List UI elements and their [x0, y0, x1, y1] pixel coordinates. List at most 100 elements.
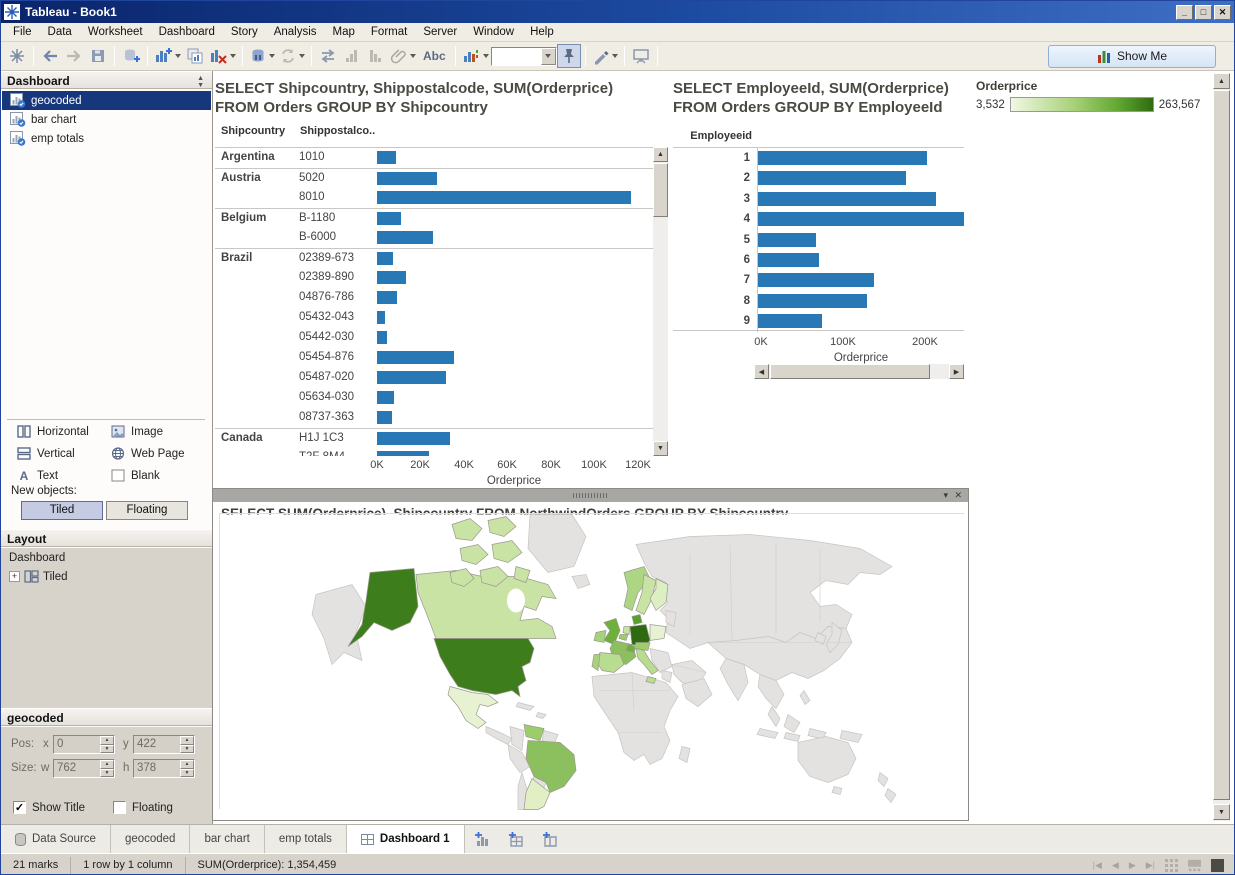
sidebar-worksheet-geocoded[interactable]: geocoded — [2, 91, 211, 110]
pause-updates-button[interactable] — [247, 44, 277, 68]
scroll-right-icon[interactable]: ▶ — [949, 364, 964, 379]
fit-combobox[interactable] — [491, 47, 557, 66]
bar-mark[interactable] — [377, 432, 450, 445]
bar-mark[interactable] — [758, 294, 867, 308]
tab-geocoded[interactable]: geocoded — [111, 825, 191, 853]
menu-item-story[interactable]: Story — [223, 24, 266, 40]
sidebar-worksheet-emp-totals[interactable]: emp totals — [2, 129, 211, 148]
chevron-down-icon[interactable]: ▾ — [943, 490, 948, 501]
swap-axes-button[interactable] — [316, 44, 340, 68]
bar-mark[interactable] — [758, 171, 906, 185]
duplicate-sheet-button[interactable] — [183, 44, 207, 68]
spinner-icon[interactable]: ▲▼ — [180, 760, 194, 777]
tab-data-source[interactable]: Data Source — [1, 825, 111, 853]
bar-mark[interactable] — [758, 253, 819, 267]
tab-emp-totals[interactable]: emp totals — [265, 825, 347, 853]
menu-item-worksheet[interactable]: Worksheet — [80, 24, 151, 40]
bar-mark[interactable] — [377, 172, 437, 185]
redo-button[interactable] — [62, 44, 86, 68]
pos-x-field[interactable]: 0▲▼ — [53, 735, 115, 754]
bar-mark[interactable] — [377, 371, 446, 384]
country-ireland[interactable] — [594, 631, 606, 643]
shipcountry-column-header[interactable]: Shipcountry — [221, 125, 285, 137]
bar-mark[interactable] — [758, 314, 822, 328]
bar-mark[interactable] — [377, 311, 385, 324]
menu-item-analysis[interactable]: Analysis — [266, 24, 325, 40]
bar-mark[interactable] — [377, 331, 387, 344]
clear-sheet-button[interactable] — [207, 44, 238, 68]
new-story-tab-button[interactable] — [533, 825, 567, 853]
layout-tree-node-tiled[interactable]: + Tiled — [9, 570, 68, 583]
layout-tree-root[interactable]: Dashboard — [9, 552, 65, 564]
pos-y-field[interactable]: 422▲▼ — [133, 735, 195, 754]
menu-item-file[interactable]: File — [5, 24, 40, 40]
refresh-button[interactable] — [277, 44, 307, 68]
scroll-down-icon[interactable]: ▼ — [1213, 804, 1230, 820]
sidebar-worksheet-bar-chart[interactable]: bar chart — [2, 110, 211, 129]
object-web-page[interactable]: Web Page — [111, 447, 185, 460]
spinner-icon[interactable]: ▲▼ — [100, 736, 114, 753]
maximize-button[interactable]: □ — [1195, 5, 1212, 20]
bar-mark[interactable] — [758, 233, 816, 247]
bar-mark[interactable] — [758, 151, 927, 165]
last-sheet-icon[interactable]: ▶| — [1146, 860, 1155, 871]
size-w-field[interactable]: 762▲▼ — [53, 759, 115, 778]
object-blank[interactable]: Blank — [111, 469, 160, 482]
spinner-icon[interactable]: ▲▼ — [180, 736, 194, 753]
menu-item-window[interactable]: Window — [465, 24, 522, 40]
map-window-titlebar[interactable]: ▾ ✕ — [213, 489, 968, 502]
bar-mark[interactable] — [377, 451, 429, 456]
bar-mark[interactable] — [377, 411, 392, 424]
fix-axes-pin-button[interactable] — [557, 44, 581, 68]
new-dashboard-tab-button[interactable] — [499, 825, 533, 853]
legend-gradient[interactable] — [1010, 97, 1154, 112]
sort-descending-button[interactable] — [364, 44, 388, 68]
menu-item-dashboard[interactable]: Dashboard — [151, 24, 223, 40]
show-tabs-icon[interactable] — [1211, 859, 1224, 872]
expand-icon[interactable]: + — [9, 571, 20, 582]
country-poland[interactable] — [650, 625, 666, 641]
scroll-up-icon[interactable]: ▲ — [653, 147, 668, 162]
bar-mark[interactable] — [377, 212, 401, 225]
sort-ascending-button[interactable] — [340, 44, 364, 68]
menu-item-format[interactable]: Format — [363, 24, 415, 40]
minimize-button[interactable]: _ — [1176, 5, 1193, 20]
fit-selector-icon[interactable] — [460, 44, 491, 68]
highlight-button[interactable] — [590, 44, 620, 68]
new-data-source-button[interactable] — [119, 44, 143, 68]
country-denmark[interactable] — [632, 615, 642, 625]
floating-checkbox[interactable]: Floating — [113, 801, 173, 814]
choropleth-map-svg[interactable] — [220, 514, 965, 810]
bar-mark[interactable] — [377, 191, 631, 204]
floating-button[interactable]: Floating — [106, 501, 188, 520]
tab-bar-chart[interactable]: bar chart — [190, 825, 264, 853]
next-sheet-icon[interactable]: ▶ — [1129, 860, 1136, 871]
tableau-logo-icon[interactable] — [5, 44, 29, 68]
menu-item-data[interactable]: Data — [40, 24, 80, 40]
menu-item-map[interactable]: Map — [325, 24, 363, 40]
scrollbar-thumb[interactable] — [653, 163, 668, 217]
object-image[interactable]: Image — [111, 425, 163, 438]
bar-mark[interactable] — [758, 273, 874, 287]
size-h-field[interactable]: 378▲▼ — [133, 759, 195, 778]
scroll-down-icon[interactable]: ▼ — [653, 441, 668, 456]
show-me-button[interactable]: Show Me — [1048, 45, 1216, 68]
bar-mark[interactable] — [377, 231, 433, 244]
bar-mark[interactable] — [377, 391, 394, 404]
filmstrip-icon[interactable] — [1188, 859, 1201, 872]
bar-mark[interactable] — [377, 252, 393, 265]
close-icon[interactable]: ✕ — [954, 490, 962, 501]
bar-mark[interactable] — [758, 212, 964, 226]
bar-mark[interactable] — [758, 192, 936, 206]
object-vertical[interactable]: Vertical — [17, 447, 75, 460]
scroll-up-icon[interactable]: ▲ — [1213, 73, 1230, 89]
save-button[interactable] — [86, 44, 110, 68]
show-labels-button[interactable]: Abc — [418, 44, 451, 68]
presentation-mode-button[interactable] — [629, 44, 653, 68]
checkbox-unchecked-icon[interactable] — [113, 801, 126, 814]
menu-item-help[interactable]: Help — [522, 24, 562, 40]
chevron-down-icon[interactable] — [541, 48, 556, 65]
spinner-icon[interactable]: ▲▼ — [100, 760, 114, 777]
undo-button[interactable] — [38, 44, 62, 68]
first-sheet-icon[interactable]: |◀ — [1093, 860, 1102, 871]
